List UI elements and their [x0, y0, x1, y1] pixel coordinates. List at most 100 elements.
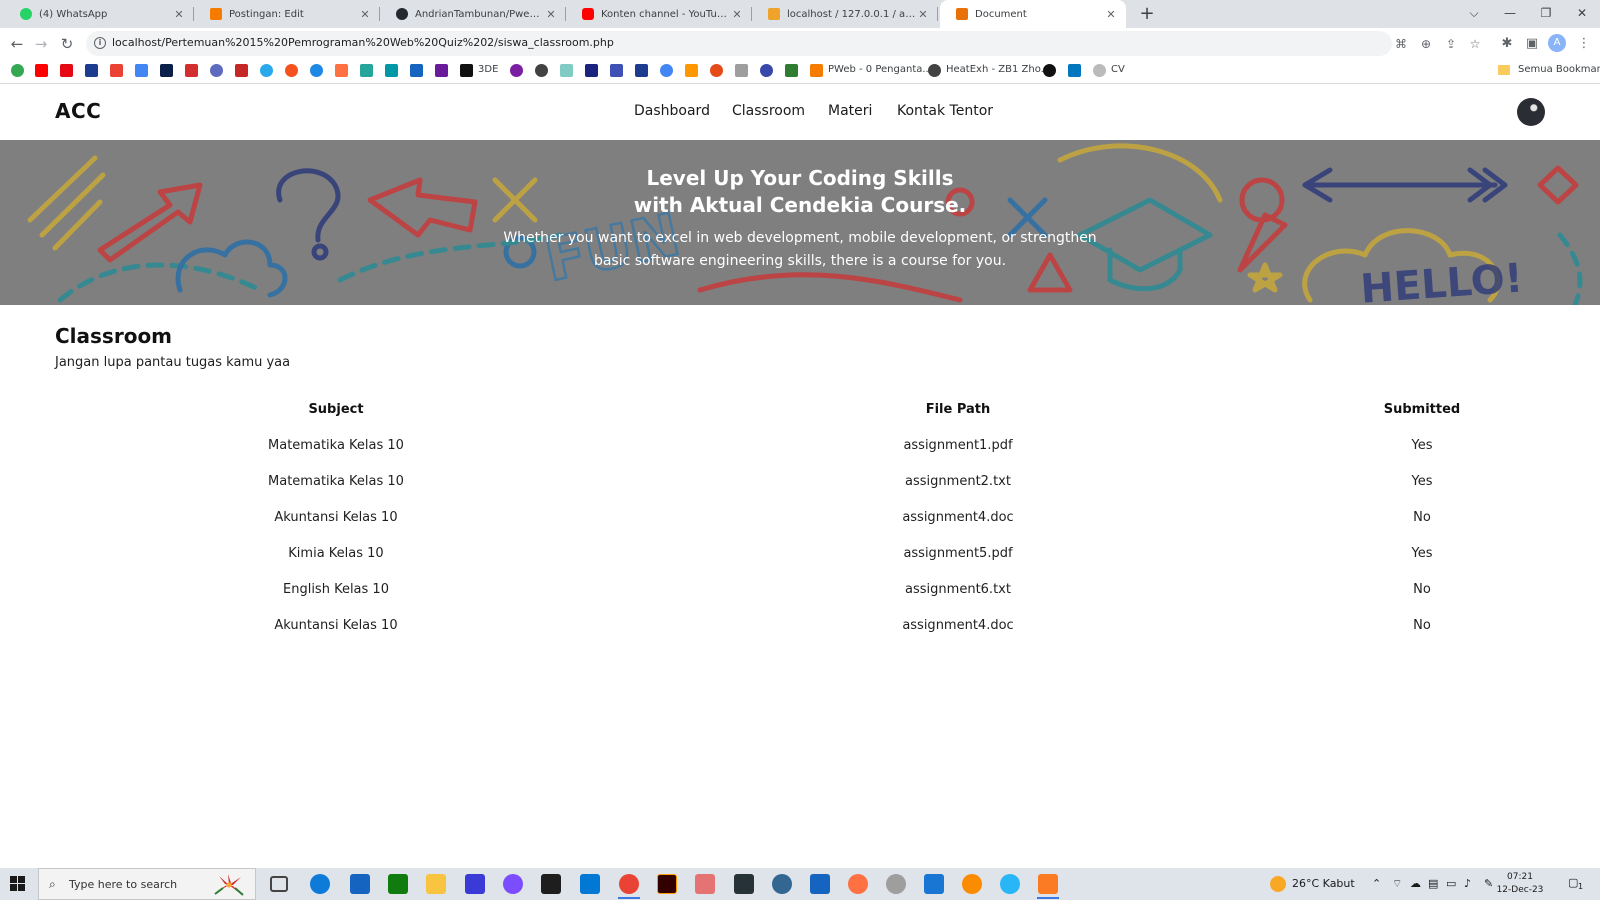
bookmark-icon[interactable]: [335, 64, 348, 77]
bookmark-heatexh[interactable]: HeatExh - ZB1 Zho...: [946, 64, 1050, 75]
battery-icon[interactable]: ▭: [1446, 877, 1456, 890]
bookmark-pweb[interactable]: PWeb - 0 Penganta...: [828, 64, 932, 75]
bookmark-icon[interactable]: [1043, 64, 1056, 77]
app-icon[interactable]: [886, 874, 906, 894]
chrome-icon[interactable]: [619, 874, 639, 894]
new-tab-button[interactable]: +: [1136, 3, 1158, 25]
telegram-icon[interactable]: [260, 64, 273, 77]
vscode-icon[interactable]: [580, 874, 600, 894]
bookmark-icon[interactable]: [585, 64, 598, 77]
weather-icon[interactable]: [1270, 876, 1286, 892]
bookmark-icon[interactable]: [310, 64, 323, 77]
bookmark-icon[interactable]: [435, 64, 448, 77]
translate-icon[interactable]: [135, 64, 148, 77]
app-icon[interactable]: [503, 874, 523, 894]
figma-icon[interactable]: [541, 874, 561, 894]
volume-icon[interactable]: ♪: [1464, 877, 1471, 890]
profile-avatar[interactable]: A: [1548, 34, 1566, 52]
extensions-icon[interactable]: ✱: [1497, 34, 1517, 54]
taskbar-search-box[interactable]: ⌕ Type here to search: [38, 868, 256, 900]
bookmark-cv[interactable]: CV: [1111, 64, 1125, 75]
illustrator-icon[interactable]: [657, 874, 677, 894]
bookmark-icon[interactable]: [735, 64, 748, 77]
tray-chevron-icon[interactable]: ⌃: [1372, 877, 1381, 890]
bookmark-icon[interactable]: [460, 64, 473, 77]
back-button[interactable]: ←: [6, 33, 28, 55]
site-info-icon[interactable]: i: [94, 37, 106, 49]
browser-tab-phpmyadmin[interactable]: localhost / 127.0.0.1 / aktual_cendekia …: [752, 0, 938, 28]
close-icon[interactable]: ✕: [172, 8, 186, 21]
bookmark-icon[interactable]: [160, 64, 173, 77]
close-icon[interactable]: ✕: [1104, 8, 1118, 21]
reload-button[interactable]: ↻: [56, 33, 78, 55]
google-icon[interactable]: [660, 64, 673, 77]
bookmark-icon[interactable]: [410, 64, 423, 77]
bookmark-icon[interactable]: [11, 64, 24, 77]
bookmark-icon[interactable]: [510, 64, 523, 77]
bookmark-icon[interactable]: [760, 64, 773, 77]
restore-button[interactable]: ❐: [1528, 0, 1564, 28]
notification-icon[interactable]: ▢: [1568, 876, 1578, 889]
bookmark-star-icon[interactable]: ☆: [1466, 37, 1484, 53]
youtube-icon[interactable]: [35, 64, 48, 77]
side-panel-icon[interactable]: ▣: [1522, 34, 1542, 54]
xampp-icon[interactable]: [1038, 874, 1058, 894]
app-icon[interactable]: [962, 874, 982, 894]
app-icon[interactable]: [695, 874, 715, 894]
virtualbox-icon[interactable]: [810, 874, 830, 894]
app-icon[interactable]: [734, 874, 754, 894]
tray-app-icon[interactable]: ▤: [1428, 877, 1438, 890]
xbox-icon[interactable]: [388, 874, 408, 894]
bookmark-icon[interactable]: [285, 64, 298, 77]
bookmark-icon[interactable]: [360, 64, 373, 77]
bookmark-icon[interactable]: [560, 64, 573, 77]
edge-icon[interactable]: [310, 874, 330, 894]
bookmark-icon[interactable]: [385, 64, 398, 77]
browser-tab-document[interactable]: Document ✕: [940, 0, 1126, 28]
app-icon[interactable]: [465, 874, 485, 894]
bookmark-icon[interactable]: [610, 64, 623, 77]
close-icon[interactable]: ✕: [544, 8, 558, 21]
bookmark-3de[interactable]: 3DE: [478, 64, 498, 75]
task-view-icon[interactable]: [270, 876, 288, 892]
taskbar-clock[interactable]: 07:21 12-Dec-23: [1490, 871, 1550, 897]
bookmark-icon[interactable]: [535, 64, 548, 77]
app-icon[interactable]: [1000, 874, 1020, 894]
close-icon[interactable]: ✕: [916, 8, 930, 21]
bookmark-icon[interactable]: [235, 64, 248, 77]
forward-button[interactable]: →: [30, 33, 52, 55]
cloud-icon[interactable]: ☁: [1410, 877, 1421, 890]
bookmark-icon[interactable]: [1093, 64, 1106, 77]
bookmark-icon[interactable]: [185, 64, 198, 77]
minimize-button[interactable]: —: [1492, 0, 1528, 28]
blogger-icon[interactable]: [810, 64, 823, 77]
bookmark-icon[interactable]: [710, 64, 723, 77]
nav-link-classroom[interactable]: Classroom: [732, 103, 805, 119]
translate-icon[interactable]: ⌘: [1392, 37, 1410, 53]
outlook-icon[interactable]: [1068, 64, 1081, 77]
bookmark-icon[interactable]: [85, 64, 98, 77]
close-window-button[interactable]: ✕: [1564, 0, 1600, 28]
menu-kebab-icon[interactable]: ⋮: [1574, 34, 1594, 54]
mail-icon[interactable]: [350, 874, 370, 894]
bookmark-icon[interactable]: [635, 64, 648, 77]
browser-tab-github[interactable]: AndrianTambunan/Pweb-Pertemuan ✕: [380, 0, 566, 28]
bookmark-folder-all[interactable]: Semua Bookmark: [1518, 64, 1600, 75]
network-icon[interactable]: ⌔: [1392, 877, 1402, 891]
windows-start-button[interactable]: [10, 876, 26, 892]
globe-icon[interactable]: [928, 64, 941, 77]
close-icon[interactable]: ✕: [358, 8, 372, 21]
gmail-icon[interactable]: [110, 64, 123, 77]
file-explorer-icon[interactable]: [426, 874, 446, 894]
url-text[interactable]: localhost/Pertemuan%2015%20Pemrograman%2…: [112, 36, 614, 49]
netflix-icon[interactable]: [60, 64, 73, 77]
close-icon[interactable]: ✕: [730, 8, 744, 21]
user-avatar[interactable]: [1517, 98, 1545, 126]
nav-link-materi[interactable]: Materi: [828, 103, 872, 119]
tab-search-chevron-icon[interactable]: ⌵: [1456, 0, 1492, 28]
nav-link-dashboard[interactable]: Dashboard: [634, 103, 710, 119]
browser-tab-whatsapp[interactable]: (4) WhatsApp ✕: [4, 0, 194, 28]
bookmark-icon[interactable]: [785, 64, 798, 77]
postgres-icon[interactable]: [772, 874, 792, 894]
weather-text[interactable]: 26°C Kabut: [1292, 877, 1355, 890]
